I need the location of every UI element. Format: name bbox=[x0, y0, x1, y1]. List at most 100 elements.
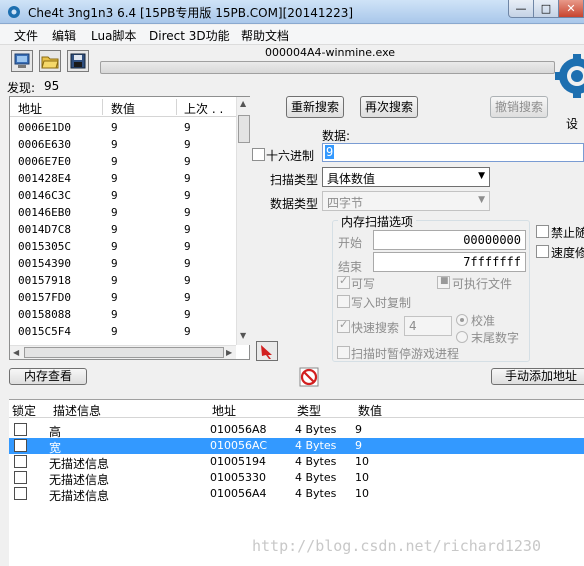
menu-lua[interactable]: Lua脚本 bbox=[91, 27, 136, 44]
alignment-radio[interactable] bbox=[456, 314, 468, 326]
result-row[interactable]: 00146C3C 9 9 bbox=[10, 187, 236, 204]
result-value: 9 bbox=[111, 257, 118, 270]
result-previous: 9 bbox=[184, 308, 191, 321]
lock-checkbox[interactable] bbox=[14, 471, 27, 484]
scan-type-label: 扫描类型 bbox=[270, 173, 319, 187]
scroll-right-icon[interactable]: ▶ bbox=[226, 348, 232, 357]
memory-view-button[interactable]: 内存查看 bbox=[9, 368, 87, 385]
result-row[interactable]: 00157FD0 9 9 bbox=[10, 289, 236, 306]
close-button[interactable]: ✕ bbox=[558, 0, 584, 18]
maximize-button[interactable]: □ bbox=[533, 0, 559, 18]
add-address-manually-button[interactable]: 手动添加地址 bbox=[491, 368, 584, 385]
menu-edit[interactable]: 编辑 bbox=[52, 27, 76, 44]
result-row[interactable]: 0006E7E0 9 9 bbox=[10, 153, 236, 170]
save-button[interactable] bbox=[67, 50, 89, 72]
last-digits-radio[interactable] bbox=[456, 331, 468, 343]
lock-checkbox[interactable] bbox=[14, 439, 27, 452]
address-row[interactable]: 宽 010056AC 4 Bytes 9 bbox=[9, 438, 584, 455]
new-scan-button[interactable]: 重新搜索 bbox=[286, 96, 344, 118]
last-digits-label: 末尾数字 bbox=[471, 331, 520, 345]
address-row[interactable]: 无描述信息 01005330 4 Bytes 10 bbox=[9, 470, 584, 487]
add-selected-to-list-button[interactable] bbox=[256, 341, 278, 361]
stop-icon[interactable] bbox=[299, 367, 319, 387]
address-type: 4 Bytes bbox=[295, 471, 337, 484]
result-row[interactable]: 00157918 9 9 bbox=[10, 272, 236, 289]
scroll-down-icon[interactable]: ▼ bbox=[240, 331, 246, 340]
fast-scan-checkbox[interactable]: ✓ bbox=[337, 318, 350, 333]
result-row[interactable]: 0006E630 9 9 bbox=[10, 136, 236, 153]
value-type-label: 数据类型 bbox=[270, 197, 319, 211]
start-label: 开始 bbox=[338, 236, 363, 250]
address-row[interactable]: 无描述信息 010056A4 4 Bytes 10 bbox=[9, 486, 584, 503]
scroll-up-icon[interactable]: ▲ bbox=[240, 99, 246, 108]
results-vertical-scrollbar[interactable]: ▲ ▼ bbox=[236, 97, 250, 345]
scan-value-input[interactable]: 9 bbox=[322, 143, 584, 162]
hex-checkbox[interactable] bbox=[252, 148, 265, 161]
lock-checkbox[interactable] bbox=[14, 487, 27, 500]
result-row[interactable]: 001428E4 9 9 bbox=[10, 170, 236, 187]
speed-hack-checkbox[interactable] bbox=[536, 245, 549, 258]
result-row[interactable]: 0006E1D0 9 9 bbox=[10, 119, 236, 136]
address-description: 无描述信息 bbox=[49, 489, 110, 503]
lock-checkbox[interactable] bbox=[14, 423, 27, 436]
scan-results-list[interactable]: 地址 数值 上次 . . 0006E1D0 9 9 0006E630 9 9 0006E7E… bbox=[9, 96, 250, 360]
result-row[interactable]: 00146EB0 9 9 bbox=[10, 204, 236, 221]
settings-label[interactable]: 设 bbox=[566, 115, 578, 132]
col-value[interactable]: 数值 bbox=[358, 402, 382, 419]
address-value: 10 bbox=[355, 471, 369, 484]
value-label: 数据: bbox=[322, 129, 351, 143]
result-row[interactable]: 00158088 9 9 bbox=[10, 306, 236, 323]
executable-checkbox[interactable]: ■ bbox=[437, 276, 450, 289]
address-type: 4 Bytes bbox=[295, 439, 337, 452]
stop-address-input[interactable]: 7fffffff bbox=[373, 252, 526, 272]
menu-file[interactable]: 文件 bbox=[14, 27, 38, 44]
menu-bar: 文件 编辑 Lua脚本 Direct 3D功能 帮助文档 bbox=[0, 25, 584, 45]
scroll-left-icon[interactable]: ◀ bbox=[13, 348, 19, 357]
result-value: 9 bbox=[111, 138, 118, 151]
result-previous: 9 bbox=[184, 291, 191, 304]
result-row[interactable]: 0015305C 9 9 bbox=[10, 238, 236, 255]
address-row[interactable]: 无描述信息 01005194 4 Bytes 10 bbox=[9, 454, 584, 471]
results-horizontal-scrollbar[interactable]: ◀ ▶ bbox=[10, 345, 236, 359]
fast-scan-alignment-input[interactable]: 4 bbox=[404, 316, 452, 336]
col-type[interactable]: 类型 bbox=[297, 402, 321, 419]
minimize-button[interactable]: — bbox=[508, 0, 534, 18]
result-value: 9 bbox=[111, 155, 118, 168]
result-previous: 9 bbox=[184, 240, 191, 253]
scan-type-select[interactable]: 具体数值 ▼ bbox=[322, 167, 490, 187]
result-previous: 9 bbox=[184, 325, 191, 338]
start-address-input[interactable]: 00000000 bbox=[373, 230, 526, 250]
menu-d3d[interactable]: Direct 3D功能 bbox=[149, 27, 230, 44]
col-address[interactable]: 地址 bbox=[18, 100, 42, 117]
open-process-button[interactable] bbox=[11, 50, 33, 72]
title-bar[interactable]: Che4t 3ng1n3 6.4 [15PB专用版 15PB.COM][2014… bbox=[0, 0, 584, 24]
col-address[interactable]: 地址 bbox=[212, 402, 236, 419]
address-address: 010056A8 bbox=[210, 423, 267, 436]
copy-on-write-checkbox[interactable] bbox=[337, 295, 350, 308]
undo-scan-button[interactable]: 撤销搜索 bbox=[490, 96, 548, 118]
next-scan-button[interactable]: 再次搜索 bbox=[360, 96, 418, 118]
chevron-down-icon: ▼ bbox=[478, 195, 485, 205]
col-active[interactable]: 锁定 bbox=[12, 402, 36, 419]
settings-gear-logo-icon[interactable] bbox=[555, 48, 584, 108]
open-file-button[interactable] bbox=[39, 50, 61, 72]
horizontal-scroll-thumb[interactable] bbox=[24, 347, 224, 358]
value-type-select[interactable]: 四字节 ▼ bbox=[322, 191, 490, 211]
disable-random-checkbox[interactable] bbox=[536, 225, 549, 238]
result-previous: 9 bbox=[184, 138, 191, 151]
address-value: 10 bbox=[355, 487, 369, 500]
pause-game-checkbox[interactable] bbox=[337, 346, 350, 359]
result-address: 0006E7E0 bbox=[18, 155, 71, 168]
lock-checkbox[interactable] bbox=[14, 455, 27, 468]
address-row[interactable]: 高 010056A8 4 Bytes 9 bbox=[9, 422, 584, 439]
alignment-label: 校准 bbox=[471, 314, 496, 328]
col-previous[interactable]: 上次 . . bbox=[184, 100, 223, 117]
menu-help[interactable]: 帮助文档 bbox=[241, 27, 289, 44]
col-value[interactable]: 数值 bbox=[111, 100, 135, 117]
result-row[interactable]: 0015C5F4 9 9 bbox=[10, 323, 236, 340]
writable-checkbox[interactable]: ✓ bbox=[337, 274, 350, 289]
col-description[interactable]: 描述信息 bbox=[53, 402, 101, 419]
result-row[interactable]: 00154390 9 9 bbox=[10, 255, 236, 272]
result-row[interactable]: 0014D7C8 9 9 bbox=[10, 221, 236, 238]
vertical-scroll-thumb[interactable] bbox=[238, 115, 250, 143]
